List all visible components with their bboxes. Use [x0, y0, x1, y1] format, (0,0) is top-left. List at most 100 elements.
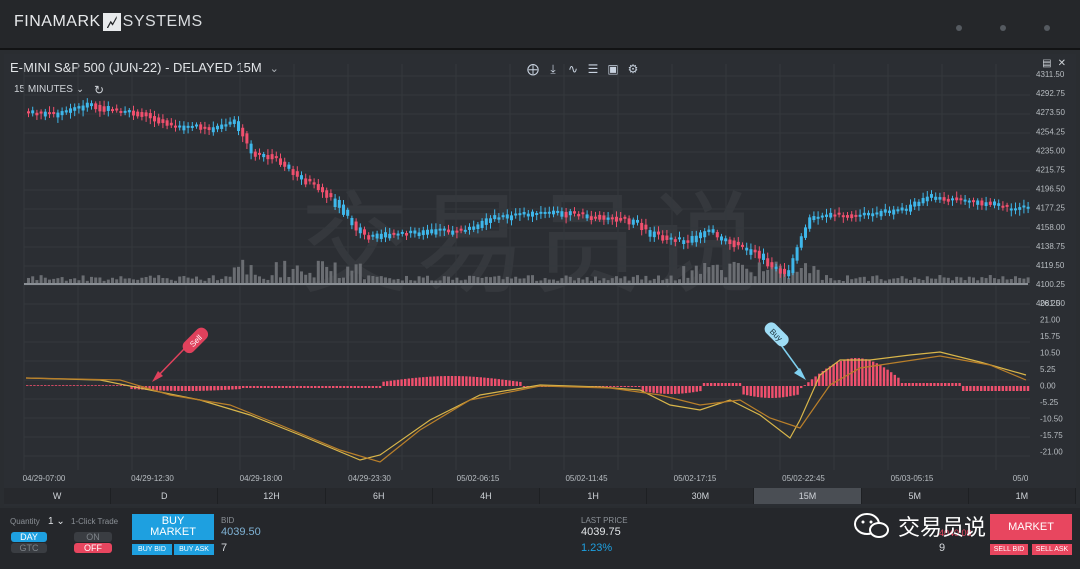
tif-day-button[interactable]: DAY: [11, 532, 47, 542]
histogram-bar: [184, 386, 187, 391]
volume-bar: [804, 263, 807, 283]
candle: [203, 126, 207, 129]
volume-bar: [669, 275, 673, 283]
volume-bar: [556, 280, 560, 283]
candle: [60, 111, 64, 116]
candle: [942, 197, 946, 201]
volume-bar: [564, 275, 568, 283]
candle: [850, 214, 854, 219]
buy-market-button[interactable]: BUY MARKET: [132, 514, 214, 540]
one-click-off[interactable]: OFF: [74, 543, 112, 553]
histogram-bar: [929, 383, 932, 386]
volume-bar: [938, 275, 942, 283]
candle: [1005, 204, 1009, 207]
buy-ask-button[interactable]: BUY ASK: [174, 544, 214, 555]
histogram-bar: [443, 376, 446, 386]
histogram-bar: [738, 383, 742, 386]
candle: [274, 156, 278, 159]
candle: [720, 236, 723, 241]
volume-bar: [455, 277, 459, 283]
volume-bar: [686, 277, 690, 283]
candle: [640, 222, 644, 231]
histogram-bar: [1005, 386, 1008, 391]
volume-bar: [459, 280, 463, 283]
sell-ask-button[interactable]: SELL ASK: [1032, 544, 1072, 555]
sell-bid-button[interactable]: SELL BID: [990, 544, 1028, 555]
volume-bar: [199, 279, 203, 283]
tab-timeframe-4h[interactable]: 4H: [433, 488, 541, 504]
volume-bar: [388, 278, 392, 283]
candle: [148, 113, 152, 119]
histogram-bar: [609, 386, 612, 387]
histogram-bar: [468, 376, 472, 386]
candle: [258, 152, 261, 155]
candle: [321, 187, 324, 193]
tab-timeframe-w[interactable]: W: [4, 488, 112, 504]
volume-bar: [984, 278, 988, 283]
histogram-bar: [720, 383, 724, 386]
histogram-bar: [965, 386, 968, 391]
price-axis-label: 4196.50: [1036, 185, 1065, 194]
histogram-bar: [627, 386, 630, 387]
tab-timeframe-d[interactable]: D: [111, 488, 219, 504]
time-axis-label: 05/02-22:45: [782, 474, 825, 483]
candle: [43, 111, 47, 117]
histogram-bar: [324, 386, 328, 388]
volume-bar: [106, 279, 110, 283]
histogram-bar: [890, 372, 893, 386]
volume-bar: [405, 275, 408, 283]
candle: [976, 200, 980, 205]
buy-bid-button[interactable]: BUY BID: [132, 544, 172, 555]
histogram-bar: [368, 386, 371, 388]
histogram-bar: [76, 385, 79, 386]
candle: [673, 239, 677, 242]
histogram-bar: [479, 377, 482, 386]
histogram-bar: [706, 383, 709, 386]
one-click-on[interactable]: ON: [74, 532, 112, 542]
volume-bar: [190, 278, 194, 283]
candle: [119, 110, 123, 113]
tab-timeframe-1h[interactable]: 1H: [540, 488, 648, 504]
tab-timeframe-30m[interactable]: 30M: [647, 488, 755, 504]
tab-timeframe-12h[interactable]: 12H: [218, 488, 326, 504]
histogram-bar: [396, 379, 400, 386]
histogram-bar: [900, 383, 904, 386]
tif-gtc-button[interactable]: GTC: [11, 543, 47, 553]
candle: [552, 210, 555, 215]
histogram-bar: [422, 377, 425, 386]
volume-bar: [560, 278, 564, 283]
histogram-bar: [897, 377, 900, 386]
tab-timeframe-1m[interactable]: 1M: [969, 488, 1077, 504]
volume-bar: [661, 280, 665, 283]
volume-bar: [904, 278, 908, 283]
tab-timeframe-5m[interactable]: 5M: [862, 488, 969, 504]
quantity-select[interactable]: 1 ⌄: [48, 516, 65, 527]
volume-bar: [115, 279, 119, 283]
histogram-bar: [861, 358, 864, 386]
candle: [451, 230, 455, 235]
candle: [438, 228, 442, 231]
sell-market-button[interactable]: MARKET: [990, 514, 1072, 540]
candle: [211, 127, 215, 133]
macd-axis-label: 21.00: [1040, 316, 1061, 325]
tab-timeframe-6h[interactable]: 6H: [326, 488, 433, 504]
candle: [787, 270, 791, 277]
price-axis-label: 4292.75: [1036, 89, 1065, 98]
histogram-bar: [616, 386, 619, 387]
candle: [262, 153, 266, 158]
volume-bar: [220, 278, 224, 283]
histogram-bar: [994, 386, 997, 391]
candle: [757, 250, 761, 259]
volume-bar: [1022, 278, 1026, 283]
histogram-bar: [494, 378, 497, 386]
histogram-bar: [782, 386, 785, 398]
candle: [85, 102, 89, 108]
histogram-bar: [728, 383, 731, 386]
tab-timeframe-15m[interactable]: 15M: [754, 488, 862, 504]
histogram-bar: [515, 381, 518, 386]
histogram-bar: [796, 386, 799, 395]
candle: [585, 214, 589, 219]
time-axis-label: 05/02-11:45: [565, 474, 608, 483]
volume-bar: [732, 261, 736, 283]
chart-canvas[interactable]: 4311.50 4292.75 4273.50 4254.25 4235.00 4215.…: [0, 0, 1080, 490]
